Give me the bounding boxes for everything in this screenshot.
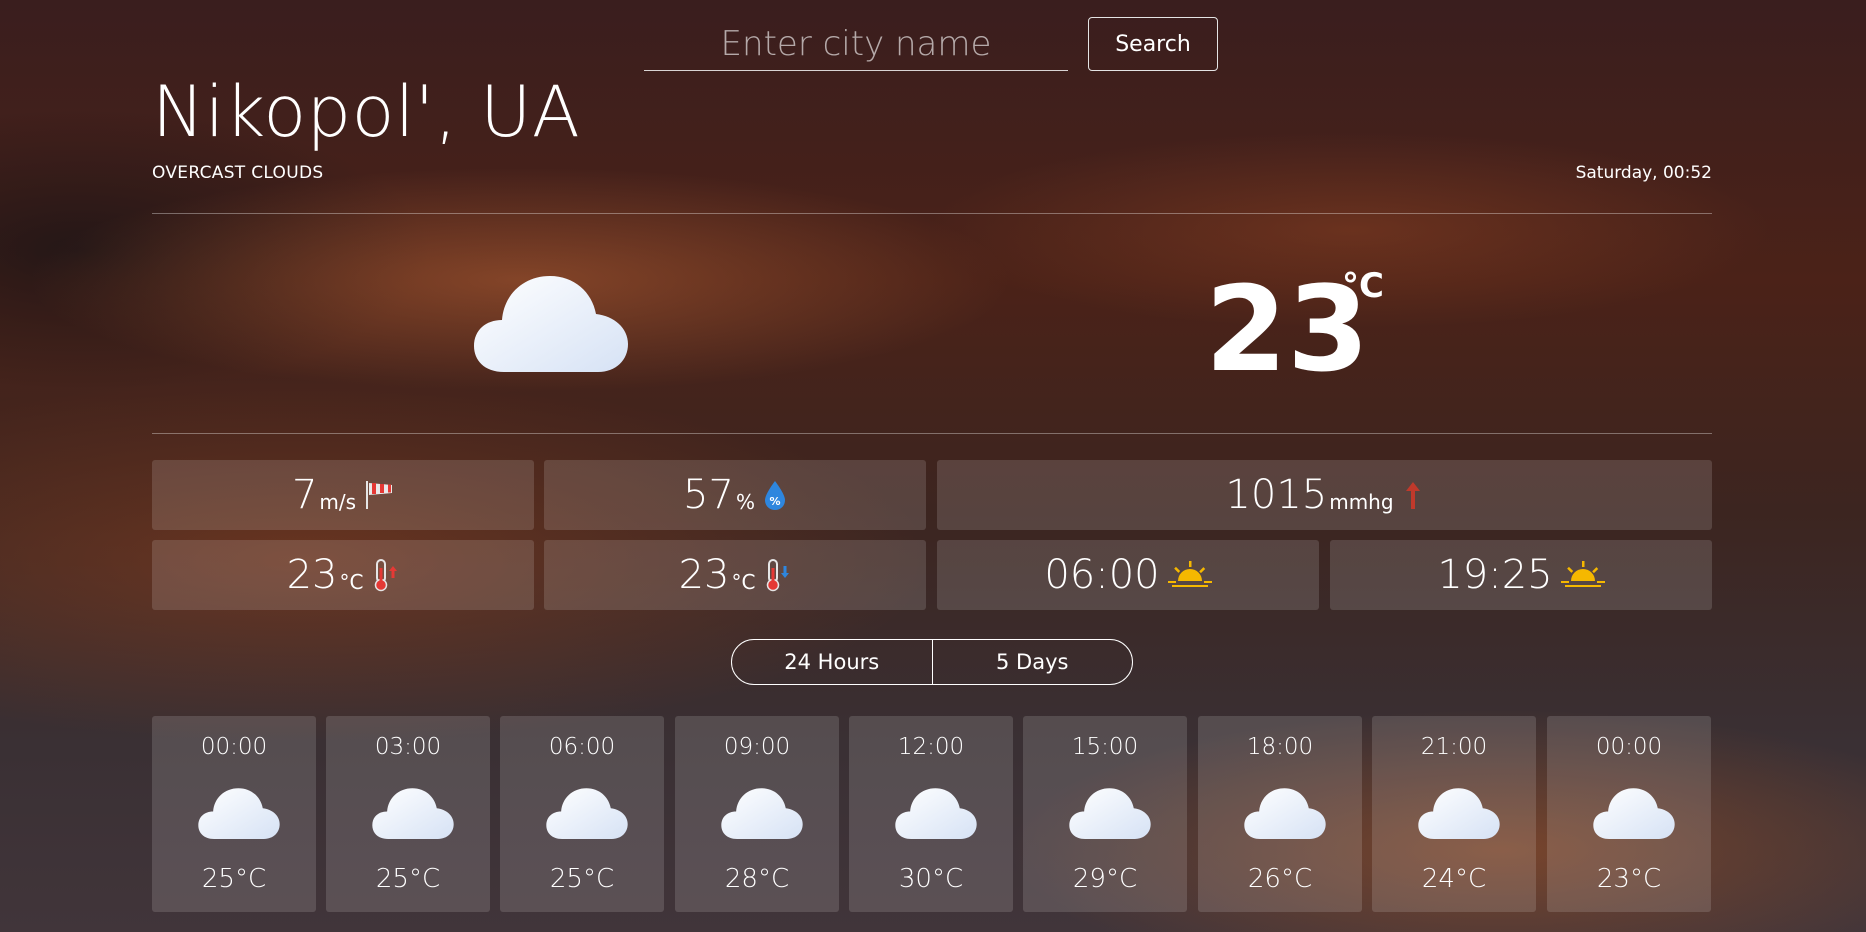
forecast-card: 15:00 29°C <box>1023 716 1187 912</box>
forecast-card: 03:00 25°C <box>326 716 490 912</box>
pressure-unit: mmhg <box>1329 490 1394 514</box>
wind-tile: 7 m/s <box>152 460 534 530</box>
forecast-time: 12:00 <box>897 734 965 760</box>
forecast-time: 15:00 <box>1071 734 1139 760</box>
svg-text:%: % <box>769 495 780 508</box>
temp-max-tile: 23 °C <box>152 540 534 610</box>
forecast-time: 06:00 <box>548 734 616 760</box>
forecast-temp: 23°C <box>1596 864 1662 894</box>
hourly-forecast: 00:00 25°C 03:00 25°C 06:00 25°C 09:00 2… <box>152 716 1712 912</box>
weather-app: Search Nikopol', UA OVERCAST CLOUDS Satu… <box>152 0 1712 932</box>
forecast-temp: 25°C <box>201 864 267 894</box>
forecast-temp: 24°C <box>1421 864 1487 894</box>
cloud-icon <box>1418 788 1500 839</box>
forecast-temp: 30°C <box>898 864 964 894</box>
arrow-up-icon <box>1405 482 1420 509</box>
city-title: Nikopol', UA <box>152 71 581 153</box>
humidity-tile: 57 % % <box>544 460 926 530</box>
wind-unit: m/s <box>319 490 357 514</box>
tab-5-days[interactable]: 5 Days <box>931 640 1133 684</box>
cloud-icon <box>721 788 803 839</box>
sunrise-icon <box>1167 561 1212 587</box>
pressure-value: 1015 <box>1225 472 1328 518</box>
forecast-temp: 29°C <box>1072 864 1138 894</box>
temp-min-unit: °C <box>731 570 756 594</box>
cloud-icon <box>1069 788 1151 839</box>
forecast-card: 09:00 28°C <box>675 716 839 912</box>
forecast-card: 12:00 30°C <box>849 716 1013 912</box>
forecast-card: 21:00 24°C <box>1372 716 1536 912</box>
humidity-drop-icon: % <box>764 481 785 510</box>
sunset-icon <box>1560 561 1605 587</box>
temp-min-tile: 23 °C <box>544 540 926 610</box>
cloud-icon <box>546 788 628 839</box>
forecast-temp: 28°C <box>724 864 790 894</box>
cloud-icon <box>1593 788 1675 839</box>
temp-min-value: 23 <box>678 552 730 598</box>
temp-max-value: 23 <box>286 552 338 598</box>
forecast-time: 03:00 <box>374 734 442 760</box>
humidity-unit: % <box>735 490 755 514</box>
sunset-time: 19:25 <box>1437 552 1553 598</box>
temp-max-unit: °C <box>339 570 364 594</box>
forecast-range-toggle: 24 Hours 5 Days <box>731 639 1133 685</box>
sunrise-time: 06:00 <box>1044 552 1160 598</box>
sunrise-tile: 06:00 <box>937 540 1319 610</box>
forecast-temp: 25°C <box>549 864 615 894</box>
cloud-icon <box>474 276 628 372</box>
thermometer-up-icon <box>375 559 398 592</box>
forecast-time: 09:00 <box>723 734 791 760</box>
tab-24-hours[interactable]: 24 Hours <box>732 640 932 684</box>
divider-top <box>152 213 1712 214</box>
sunset-tile: 19:25 <box>1330 540 1712 610</box>
humidity-value: 57 <box>683 472 734 518</box>
forecast-time: 21:00 <box>1420 734 1488 760</box>
current-temperature-unit: °C <box>1342 266 1384 306</box>
cloud-icon <box>372 788 454 839</box>
forecast-card: 06:00 25°C <box>500 716 664 912</box>
search-button[interactable]: Search <box>1088 17 1218 71</box>
forecast-time: 00:00 <box>200 734 268 760</box>
windsock-icon <box>366 481 393 509</box>
forecast-time: 18:00 <box>1246 734 1314 760</box>
current-datetime: Saturday, 00:52 <box>1575 163 1712 183</box>
forecast-card: 00:00 23°C <box>1547 716 1711 912</box>
weather-condition: OVERCAST CLOUDS <box>152 163 324 183</box>
wind-value: 7 <box>291 472 318 518</box>
cloud-icon <box>1244 788 1326 839</box>
forecast-temp: 25°C <box>375 864 441 894</box>
divider-bottom <box>152 433 1712 434</box>
forecast-card: 18:00 26°C <box>1198 716 1362 912</box>
forecast-temp: 26°C <box>1247 864 1313 894</box>
forecast-card: 00:00 25°C <box>152 716 316 912</box>
city-search-input[interactable] <box>644 17 1068 71</box>
forecast-time: 00:00 <box>1595 734 1663 760</box>
pressure-tile: 1015 mmhg <box>937 460 1712 530</box>
thermometer-down-icon <box>767 559 790 592</box>
cloud-icon <box>198 788 280 839</box>
cloud-icon <box>895 788 977 839</box>
